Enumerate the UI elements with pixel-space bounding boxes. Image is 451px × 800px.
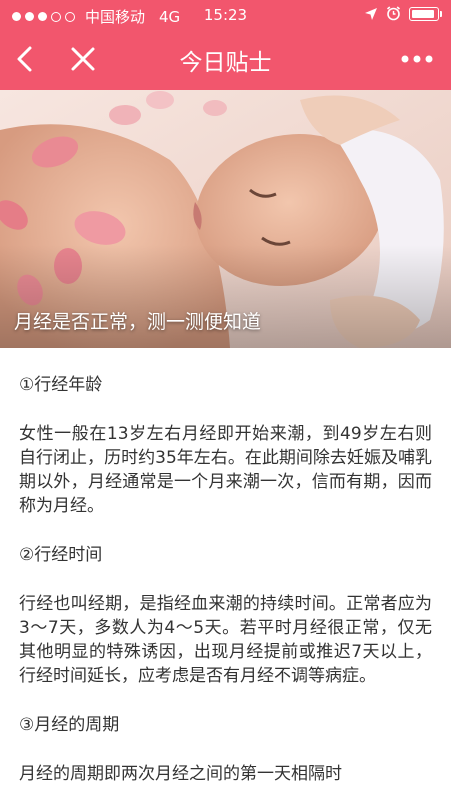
status-bar: 中国移动 4G 15:23	[0, 0, 451, 30]
hero-image: 月经是否正常，测一测便知道	[0, 90, 451, 348]
alarm-clock-icon	[386, 6, 401, 21]
hero-caption: 月经是否正常，测一测便知道	[14, 311, 262, 333]
section-heading: ②行经时间	[19, 545, 103, 565]
location-arrow-icon	[365, 7, 377, 20]
section-paragraph: 月经的周期即两次月经之间的第一天相隔时	[19, 764, 342, 784]
navigation-bar: 今日贴士	[0, 30, 451, 90]
section-paragraph: 女性一般在13岁左右月经即开始来潮，到49岁左右则自行闭止，历时约35年左右。在…	[19, 424, 432, 516]
page-title: 今日贴士	[179, 50, 272, 76]
section-heading: ①行经年龄	[19, 375, 103, 395]
article-content: ①行经年龄 女性一般在13岁左右月经即开始来潮，到49岁左右则自行闭止，历时约3…	[0, 348, 451, 786]
battery-icon	[409, 6, 442, 21]
section-heading: ③月经的周期	[19, 715, 120, 735]
status-bar-right	[364, 6, 442, 21]
section-paragraph: 行经也叫经期，是指经血来潮的持续时间。正常者应为3～7天，多数人为4～5天。若平…	[19, 594, 432, 686]
app-header: 中国移动 4G 15:23 今日贴士	[0, 0, 451, 90]
more-options-icon[interactable]	[397, 44, 437, 74]
